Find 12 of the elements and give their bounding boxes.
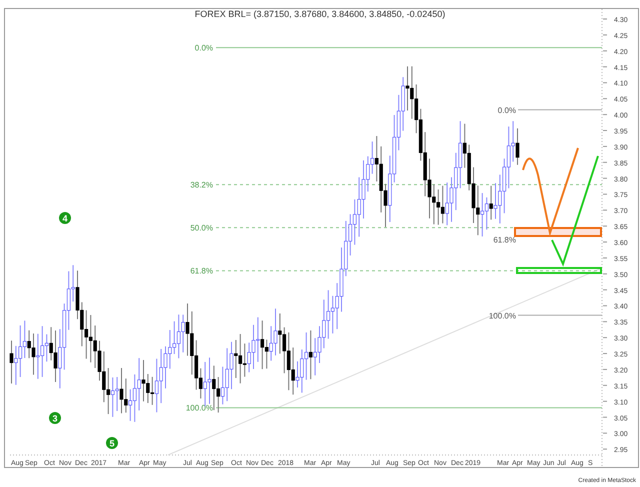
wave-marker: 5 [106, 437, 118, 449]
wave-marker: 4 [59, 212, 71, 224]
fibonacci-label: 0.0% [194, 44, 213, 53]
fibonacci-label: 61.8% [493, 235, 516, 244]
fibonacci-label: 100.0% [186, 404, 213, 413]
fibonacci-label: 61.8% [190, 266, 213, 276]
wave-marker: 3 [49, 412, 61, 424]
chart-title: FOREX BRL= (3.87150, 3.87680, 3.84600, 3.84850, -0.02450) [194, 9, 446, 19]
fibonacci-label: 100.0% [488, 311, 516, 320]
fibonacci-label: 38.2% [190, 180, 213, 190]
fibonacci-label: 50.0% [190, 224, 213, 233]
fibonacci-label: 0.0% [498, 106, 516, 115]
